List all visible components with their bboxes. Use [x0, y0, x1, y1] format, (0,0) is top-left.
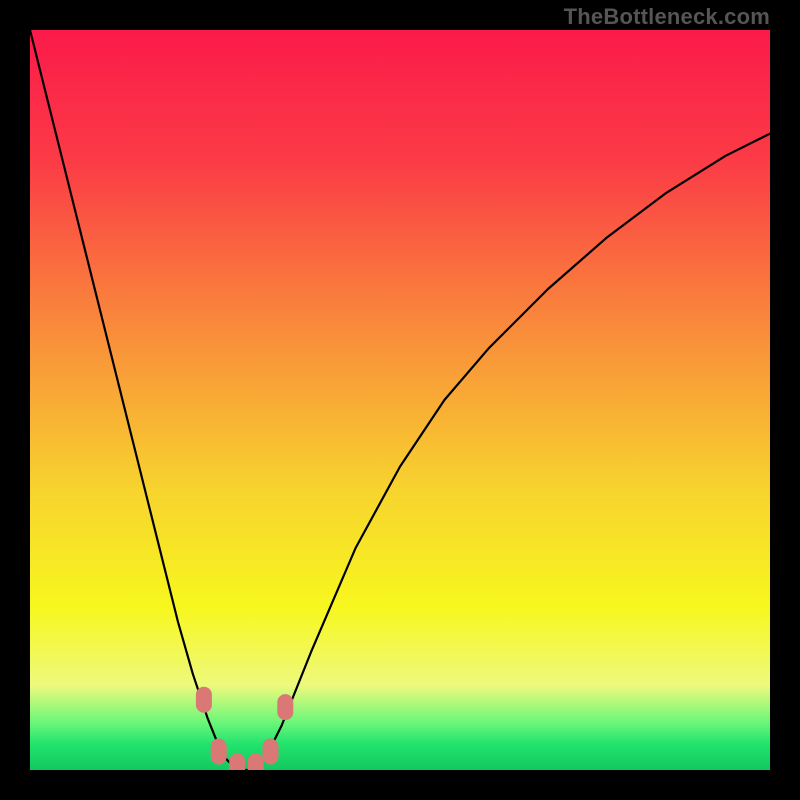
watermark-text: TheBottleneck.com	[564, 4, 770, 30]
curve-layer	[30, 30, 770, 770]
curve-marker	[263, 739, 279, 765]
curve-marker	[277, 694, 293, 720]
plot-area	[30, 30, 770, 770]
chart-frame: TheBottleneck.com	[0, 0, 800, 800]
curve-marker	[196, 687, 212, 713]
curve-marker	[211, 739, 227, 765]
bottleneck-curve	[30, 30, 770, 770]
curve-marker	[248, 753, 264, 770]
curve-marker	[229, 753, 245, 770]
